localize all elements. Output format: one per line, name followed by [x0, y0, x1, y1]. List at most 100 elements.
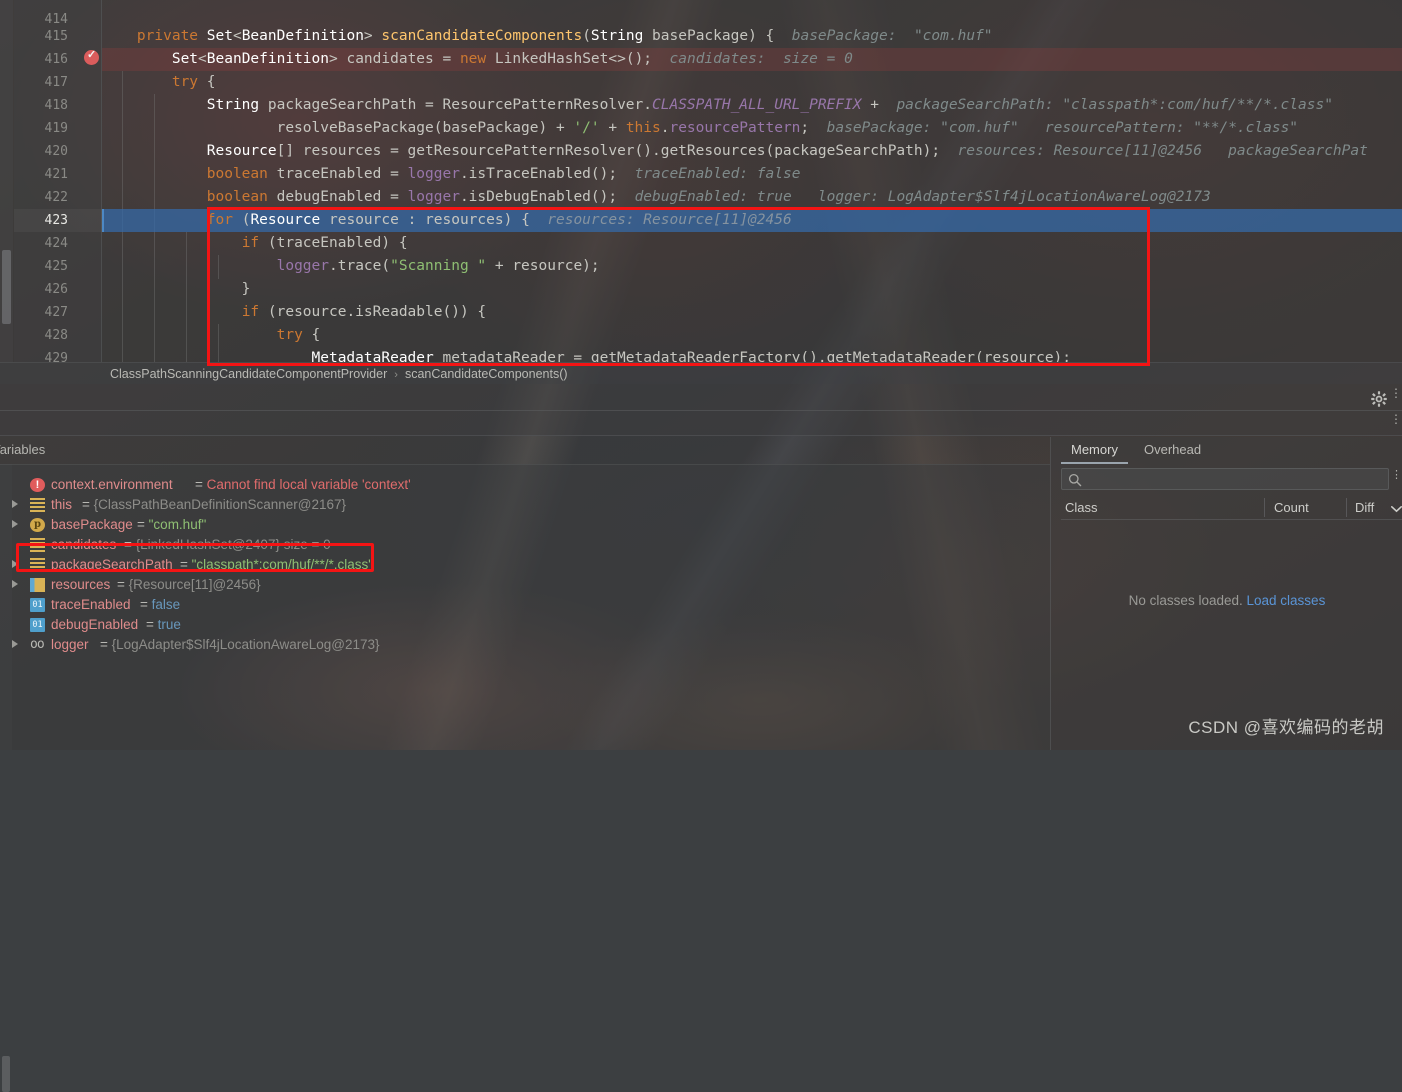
breadcrumb-separator-icon: › — [387, 369, 405, 381]
more-options-icon[interactable]: ⋮ — [1390, 388, 1400, 410]
memory-options-icon[interactable]: ⋮ — [1391, 471, 1400, 487]
memory-panel[interactable]: Memory Overhead ⋮ Class Count Diff No cl… — [1050, 437, 1402, 750]
code-line-418: String packageSearchPath = ResourcePatte… — [102, 94, 1402, 117]
variable-value: {LinkedHashSet@2407} size = 0 — [136, 537, 331, 552]
variable-equals: = — [100, 637, 112, 652]
variable-equals: = — [124, 537, 136, 552]
memory-tab-bar[interactable]: Memory Overhead — [1051, 437, 1402, 464]
code-editor[interactable]: 414 415 416 417 418 419 420 421 422 423 … — [0, 0, 1402, 362]
column-header-class[interactable]: Class — [1065, 495, 1098, 520]
code-line-424: if (traceEnabled) { — [102, 232, 1402, 255]
memory-search-input[interactable] — [1061, 468, 1389, 490]
code-line-422: boolean debugEnabled = logger.isDebugEna… — [102, 186, 1402, 209]
variable-value: Cannot find local variable 'context' — [207, 477, 411, 492]
variable-equals: = — [117, 577, 129, 592]
variable-value: {LogAdapter$Slf4jLocationAwareLog@2173} — [112, 637, 380, 652]
code-line-417: try { — [102, 71, 1402, 94]
variable-name: debugEnabled — [51, 615, 138, 635]
code-line-419: resolveBasePackage(basePackage) + '/' + … — [102, 117, 1402, 140]
code-line-416: Set<BeanDefinition> candidates = new Lin… — [102, 48, 1402, 71]
variable-value: false — [152, 597, 181, 612]
variable-equals: = — [82, 497, 94, 512]
field-icon — [30, 558, 45, 572]
tab-variables[interactable]: Variables — [0, 437, 45, 463]
expand-arrow-icon[interactable] — [12, 520, 18, 528]
variable-equals: = — [137, 517, 149, 532]
toolbar-divider — [0, 410, 1402, 411]
expand-arrow-icon[interactable] — [12, 560, 18, 568]
variable-value: "com.huf" — [149, 517, 207, 532]
field-icon — [30, 538, 45, 552]
variable-name: logger — [51, 635, 89, 655]
variable-name: packageSearchPath — [51, 555, 173, 575]
line-number-419: 419 — [14, 117, 102, 140]
column-divider[interactable] — [1264, 498, 1265, 517]
expand-arrow-icon[interactable] — [12, 580, 18, 588]
boolean-icon: 01 — [30, 618, 45, 632]
variable-name: resources — [51, 575, 110, 595]
variables-tree[interactable]: ! context.environment = Cannot find loca… — [0, 464, 1050, 750]
variable-value: "classpath*:com/huf/**/*.class" — [192, 557, 373, 572]
editor-gutter[interactable]: 414 415 416 417 418 419 420 421 422 423 … — [14, 0, 102, 362]
variable-value: {ClassPathBeanDefinitionScanner@2167} — [94, 497, 346, 512]
variable-equals: = — [146, 617, 158, 632]
memory-empty-text: No classes loaded. — [1129, 593, 1243, 608]
code-line-421: boolean traceEnabled = logger.isTraceEna… — [102, 163, 1402, 186]
breakpoint-icon[interactable] — [84, 50, 99, 65]
breadcrumb-method[interactable]: scanCandidateComponents() — [405, 367, 568, 381]
code-line-427: if (resource.isReadable()) { — [102, 301, 1402, 324]
variable-equals: = — [140, 597, 152, 612]
field-icon — [30, 498, 45, 512]
line-number-422: 422 — [14, 186, 102, 209]
csdn-watermark: CSDN @喜欢编码的老胡 — [1188, 713, 1384, 738]
code-line-429: MetadataReader metadataReader = getMetad… — [102, 347, 1402, 362]
expand-arrow-icon[interactable] — [12, 500, 18, 508]
line-number-420: 420 — [14, 140, 102, 163]
code-line-415: private Set<BeanDefinition> scanCandidat… — [102, 25, 1402, 48]
parameter-icon: p — [30, 518, 45, 532]
variable-name: traceEnabled — [51, 595, 131, 615]
expand-arrow-icon[interactable] — [12, 640, 18, 648]
search-icon — [1068, 473, 1082, 492]
column-divider[interactable] — [1346, 498, 1347, 517]
variable-value: true — [158, 617, 181, 632]
line-number-421: 421 — [14, 163, 102, 186]
code-line-425: logger.trace("Scanning " + resource); — [102, 255, 1402, 278]
memory-empty-state: No classes loaded. Load classes — [1051, 593, 1402, 608]
code-line-420: Resource[] resources = getResourcePatter… — [102, 140, 1402, 163]
more-options-icon-alt[interactable]: ⋮ — [1390, 414, 1400, 436]
tab-memory[interactable]: Memory — [1061, 437, 1128, 464]
line-number-423: 423 — [14, 209, 102, 232]
variables-scrollbar-thumb[interactable] — [2, 1056, 10, 1092]
column-header-diff[interactable]: Diff — [1355, 495, 1374, 520]
variable-equals: = — [195, 477, 207, 492]
gear-icon[interactable] — [1370, 390, 1388, 408]
boolean-icon: 01 — [30, 598, 45, 612]
line-number-428: 428 — [14, 324, 102, 347]
editor-scrollbar-thumb[interactable] — [2, 250, 11, 324]
line-number-426: 426 — [14, 278, 102, 301]
code-line-426: } — [102, 278, 1402, 301]
variable-value: {Resource[11]@2456} — [129, 577, 261, 592]
column-header-count[interactable]: Count — [1274, 495, 1309, 520]
line-number-425: 425 — [14, 255, 102, 278]
breadcrumb-class[interactable]: ClassPathScanningCandidateComponentProvi… — [110, 367, 387, 381]
variable-name: context.environment — [51, 475, 173, 495]
load-classes-link[interactable]: Load classes — [1247, 593, 1326, 608]
variable-name: this — [51, 495, 72, 515]
variable-equals: = — [180, 557, 192, 572]
code-line-423-current: for (Resource resource : resources) { re… — [102, 209, 1402, 232]
tab-overhead[interactable]: Overhead — [1134, 437, 1211, 464]
sort-chevron-down-icon[interactable] — [1391, 495, 1402, 520]
line-number-427: 427 — [14, 301, 102, 324]
memory-table-header: Class Count Diff — [1061, 495, 1402, 520]
line-number-417: 417 — [14, 71, 102, 94]
line-number-418: 418 — [14, 94, 102, 117]
code-line-428: try { — [102, 324, 1402, 347]
breadcrumb[interactable]: ClassPathScanningCandidateComponentProvi… — [0, 362, 1402, 384]
editor-left-scrollbar[interactable] — [0, 0, 13, 362]
code-content[interactable]: private Set<BeanDefinition> scanCandidat… — [102, 0, 1402, 362]
variable-name: candidates — [51, 535, 116, 555]
variables-tab-row[interactable]: Variables — [0, 437, 1050, 463]
variable-name: basePackage — [51, 515, 133, 535]
